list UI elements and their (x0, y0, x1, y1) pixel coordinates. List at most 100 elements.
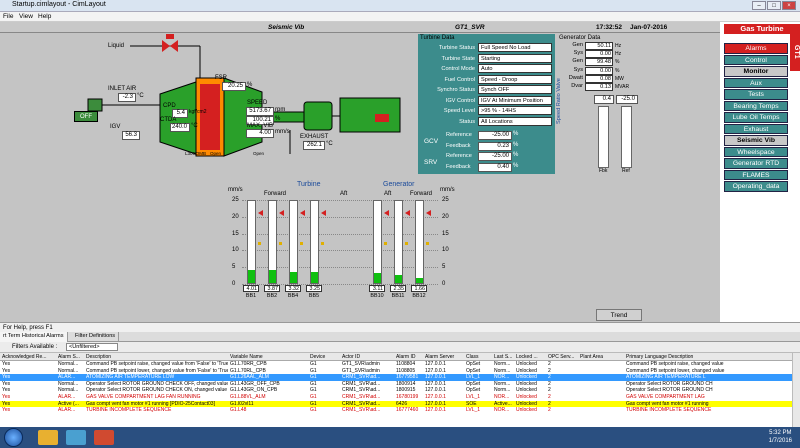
alarm-table-scrollbar[interactable] (792, 353, 800, 427)
vibration-bar-fill (374, 272, 381, 283)
alarm-row[interactable]: Yes ALAR... ATOMIZING AIR TEMPERATURE LOW G… (0, 374, 796, 381)
menu-file[interactable]: File (3, 13, 13, 20)
alarm-cell: GAS VALVE COMPARTMENT LAG FAN RUNNING (86, 394, 201, 400)
header-time: 17:32:52 (596, 24, 623, 31)
alarm-cell: Normal... (58, 380, 79, 387)
unit-tab-gt1[interactable]: GT1 (790, 33, 800, 71)
nav-seismic-vib[interactable]: Seismic Vib (724, 135, 788, 146)
alarm-row[interactable]: Yes Normal... Operator Select ROTOR GROUND… (0, 381, 796, 388)
nav-lube-oil-temps[interactable]: Lube Oil Temps (724, 112, 788, 123)
vibration-bar-bb11 (394, 200, 403, 284)
menu-help[interactable]: Help (38, 13, 51, 20)
alarm-row[interactable]: Yes Active (... Gas compt vent fan motor #… (0, 400, 796, 408)
alarm-cell: Yes (2, 367, 11, 374)
alarm-cell: LVL_1 (466, 407, 481, 414)
alarm-cell: Operator Select ROTOR GROUND CHECK OFF, … (86, 380, 228, 387)
column-header[interactable]: Description (86, 353, 228, 360)
alarm-cell: Norm... (494, 387, 511, 394)
nav-flames[interactable]: FLAMES (724, 169, 788, 180)
scale-tick-left: 10 (232, 247, 239, 254)
alarm-setpoint-marker-icon (300, 210, 305, 216)
maximize-button[interactable]: □ (767, 1, 781, 10)
alarm-row[interactable]: Yes Normal... Command PB setpoint lower, c… (0, 368, 796, 375)
turbine-data-row: Status All Locations (418, 116, 553, 127)
trend-button[interactable]: Trend (596, 309, 642, 321)
column-header[interactable]: Primary Language Description (626, 353, 796, 360)
nav-generator-rtd[interactable]: Generator RTD (724, 158, 788, 169)
nav-exhaust[interactable]: Exhaust (724, 123, 788, 134)
close-button[interactable]: × (782, 1, 796, 10)
nav-wheelspace[interactable]: Wheelspace (724, 146, 788, 157)
column-header[interactable]: Actor ID (342, 353, 394, 360)
browser-icon[interactable] (94, 430, 114, 445)
alarm-cell: Unlocked (516, 374, 537, 381)
alarm-cell: 2 (548, 394, 551, 400)
alarm-cell: G1.L26AAL_ALM (230, 374, 269, 381)
column-header[interactable]: Class (466, 353, 493, 360)
alarm-cell: CRM1_SVR\ad... (342, 407, 381, 414)
alarm-row[interactable]: Yes Normal... Operator Select ROTOR GROUND… (0, 387, 796, 394)
tab-filter-definitions[interactable]: Filter Definitions (72, 332, 120, 342)
alarm-cell: G1.l02vl11 (230, 400, 254, 407)
turbine-data-row: Control Mode Auto (418, 64, 553, 74)
column-header[interactable]: Last S... (494, 353, 515, 360)
explorer-icon[interactable] (38, 430, 58, 445)
alarm-cell: 2 (548, 367, 551, 374)
window-title: Startup.cimlayout - CimLayout (12, 1, 106, 8)
menu-bar: File View Help (0, 12, 800, 22)
nav-bearing-temps[interactable]: Bearing Temps (724, 100, 788, 111)
alarm-cell: Unlocked (516, 367, 537, 374)
alarm-row[interactable]: Yes ALAR... GAS VALVE COMPARTMENT LAG FAN … (0, 394, 796, 401)
alarm-cell: Yes (2, 374, 11, 381)
alarm-cell: ATOMIZING AIR TEMPERATURE LOW (86, 374, 175, 381)
scale-tick-right: 5 (442, 264, 446, 271)
alarm-cell: G1 (310, 394, 317, 400)
column-header[interactable]: Plant Area (580, 353, 625, 360)
alarm-row[interactable]: Yes ALAR... TURBINE INCOMPLETE SEQUENCE G1.… (0, 407, 796, 414)
nav-control[interactable]: Control (724, 54, 788, 65)
nav-operating-data[interactable]: Operating_data (724, 181, 788, 192)
column-header[interactable]: Device (310, 353, 340, 360)
tab-historical-alarms[interactable]: rt Term Historical Alarms (0, 332, 68, 342)
alarm-row[interactable]: Yes Normal... Command PB setpoint raise, c… (0, 361, 796, 368)
nav-monitor[interactable]: Monitor (724, 66, 788, 77)
nav-tests[interactable]: Tests (724, 89, 788, 100)
filter-select[interactable]: <Unfiltered> (66, 343, 118, 351)
srv-fbk-value: 0.4 (594, 95, 614, 104)
start-button[interactable] (4, 428, 23, 447)
igv-off-button[interactable]: OFF (74, 111, 98, 122)
warning-setpoint-marker-icon (258, 242, 261, 245)
vibration-bar-label: BB1 (245, 293, 257, 299)
alarm-cell: G1.L70RL_CPB (230, 367, 266, 374)
column-header[interactable]: Acknowledged Re... (2, 353, 57, 360)
vibration-value: 3.25 (306, 285, 322, 292)
turbine-data-value: Full Speed No Load (478, 43, 552, 52)
scale-tick-right: 15 (442, 230, 449, 237)
minimize-button[interactable]: – (752, 1, 766, 10)
alarm-cell: Unlocked (516, 407, 537, 414)
generator-data-unit: MW (615, 75, 624, 82)
column-header[interactable]: Alarm S... (58, 353, 85, 360)
speed-value: 5173.67 (246, 107, 274, 116)
alarm-cell: Operator Select ROTOR GROUND CH (626, 380, 713, 387)
alarm-cell: 1800914 (396, 380, 416, 387)
column-header[interactable]: Variable Name (230, 353, 308, 360)
menu-view[interactable]: View (19, 13, 33, 20)
cimlayout-icon[interactable] (66, 430, 86, 445)
alarm-cell: 1800915 (396, 387, 416, 394)
vibration-value: 3.87 (264, 285, 280, 292)
generator-data-value: 99.48 (585, 58, 613, 67)
alarm-cell: 127.0.0.1 (425, 367, 446, 374)
turbine-data-row: Turbine State Starting (418, 53, 553, 64)
alarm-cell: 2 (548, 374, 551, 381)
nav-aux[interactable]: Aux (724, 77, 788, 88)
column-header[interactable]: OPC Serv... (548, 353, 579, 360)
alarm-cell: 1108805 (396, 367, 416, 374)
column-header[interactable]: Locked ... (516, 353, 547, 360)
column-header[interactable]: Alarm Server (425, 353, 465, 360)
taskbar-clock[interactable]: 5:32 PM 1/7/2016 (769, 429, 792, 445)
alarm-cell: Unlocked (516, 361, 537, 367)
column-header[interactable]: Alarm ID (396, 353, 424, 360)
alarm-cell: 127.0.0.1 (425, 400, 446, 407)
nav-alarms[interactable]: Alarms (724, 43, 788, 54)
